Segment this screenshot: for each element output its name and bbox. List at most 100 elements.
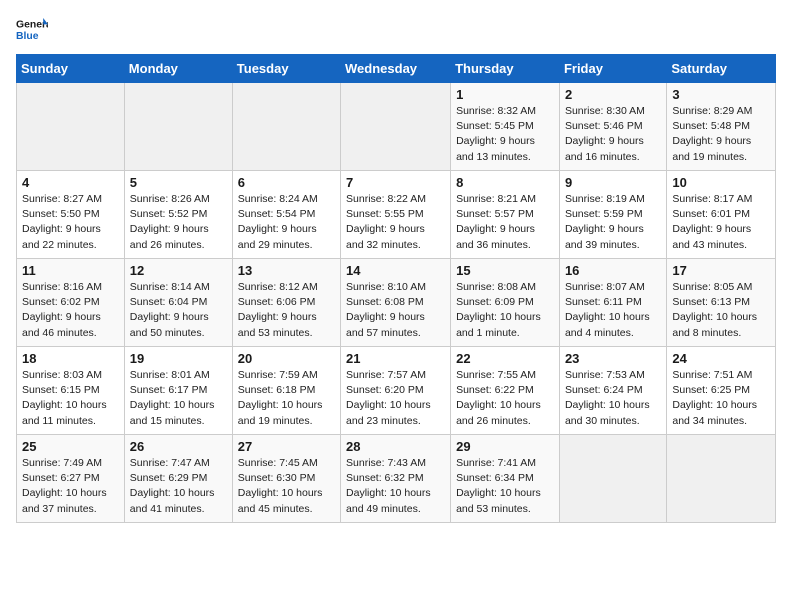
day-info: Sunrise: 8:32 AMSunset: 5:45 PMDaylight:… <box>456 104 554 165</box>
day-number: 21 <box>346 351 445 366</box>
day-number: 26 <box>130 439 227 454</box>
day-cell <box>232 83 340 171</box>
header-row: SundayMondayTuesdayWednesdayThursdayFrid… <box>17 55 776 83</box>
header-cell-wednesday: Wednesday <box>341 55 451 83</box>
day-cell: 29 Sunrise: 7:41 AMSunset: 6:34 PMDayligh… <box>451 435 560 523</box>
day-info: Sunrise: 8:27 AMSunset: 5:50 PMDaylight:… <box>22 192 119 253</box>
day-number: 2 <box>565 87 661 102</box>
day-cell: 7 Sunrise: 8:22 AMSunset: 5:55 PMDaylight… <box>341 171 451 259</box>
day-cell: 20 Sunrise: 7:59 AMSunset: 6:18 PMDayligh… <box>232 347 340 435</box>
day-info: Sunrise: 8:12 AMSunset: 6:06 PMDaylight:… <box>238 280 335 341</box>
day-cell: 4 Sunrise: 8:27 AMSunset: 5:50 PMDaylight… <box>17 171 125 259</box>
day-cell <box>17 83 125 171</box>
day-cell: 25 Sunrise: 7:49 AMSunset: 6:27 PMDayligh… <box>17 435 125 523</box>
day-info: Sunrise: 7:45 AMSunset: 6:30 PMDaylight:… <box>238 456 335 517</box>
week-row-2: 4 Sunrise: 8:27 AMSunset: 5:50 PMDaylight… <box>17 171 776 259</box>
svg-text:Blue: Blue <box>16 31 39 42</box>
day-number: 22 <box>456 351 554 366</box>
day-info: Sunrise: 7:53 AMSunset: 6:24 PMDaylight:… <box>565 368 661 429</box>
day-cell: 6 Sunrise: 8:24 AMSunset: 5:54 PMDaylight… <box>232 171 340 259</box>
page-header: General Blue <box>16 16 776 44</box>
day-cell: 23 Sunrise: 7:53 AMSunset: 6:24 PMDayligh… <box>559 347 666 435</box>
day-cell: 3 Sunrise: 8:29 AMSunset: 5:48 PMDaylight… <box>667 83 776 171</box>
day-info: Sunrise: 8:29 AMSunset: 5:48 PMDaylight:… <box>672 104 770 165</box>
header-cell-sunday: Sunday <box>17 55 125 83</box>
day-info: Sunrise: 7:41 AMSunset: 6:34 PMDaylight:… <box>456 456 554 517</box>
day-number: 28 <box>346 439 445 454</box>
header-cell-friday: Friday <box>559 55 666 83</box>
logo: General Blue <box>16 16 52 44</box>
day-cell: 19 Sunrise: 8:01 AMSunset: 6:17 PMDayligh… <box>124 347 232 435</box>
day-cell: 8Sunrise: 8:21 AMSunset: 5:57 PMDaylight… <box>451 171 560 259</box>
day-cell: 10 Sunrise: 8:17 AMSunset: 6:01 PMDayligh… <box>667 171 776 259</box>
day-info: Sunrise: 8:01 AMSunset: 6:17 PMDaylight:… <box>130 368 227 429</box>
day-number: 13 <box>238 263 335 278</box>
day-info: Sunrise: 8:08 AMSunset: 6:09 PMDaylight:… <box>456 280 554 341</box>
day-number: 1 <box>456 87 554 102</box>
day-number: 11 <box>22 263 119 278</box>
day-cell: 16 Sunrise: 8:07 AMSunset: 6:11 PMDayligh… <box>559 259 666 347</box>
day-number: 15 <box>456 263 554 278</box>
day-number: 29 <box>456 439 554 454</box>
logo-icon: General Blue <box>16 16 48 44</box>
day-info: Sunrise: 8:17 AMSunset: 6:01 PMDaylight:… <box>672 192 770 253</box>
day-info: Sunrise: 8:16 AMSunset: 6:02 PMDaylight:… <box>22 280 119 341</box>
day-info: Sunrise: 8:05 AMSunset: 6:13 PMDaylight:… <box>672 280 770 341</box>
day-number: 3 <box>672 87 770 102</box>
day-number: 12 <box>130 263 227 278</box>
day-info: Sunrise: 7:47 AMSunset: 6:29 PMDaylight:… <box>130 456 227 517</box>
day-number: 6 <box>238 175 335 190</box>
header-cell-tuesday: Tuesday <box>232 55 340 83</box>
day-number: 17 <box>672 263 770 278</box>
day-info: Sunrise: 8:19 AMSunset: 5:59 PMDaylight:… <box>565 192 661 253</box>
day-cell: 21 Sunrise: 7:57 AMSunset: 6:20 PMDayligh… <box>341 347 451 435</box>
day-number: 4 <box>22 175 119 190</box>
day-cell: 11 Sunrise: 8:16 AMSunset: 6:02 PMDayligh… <box>17 259 125 347</box>
day-info: Sunrise: 7:49 AMSunset: 6:27 PMDaylight:… <box>22 456 119 517</box>
day-number: 27 <box>238 439 335 454</box>
day-info: Sunrise: 8:21 AMSunset: 5:57 PMDaylight:… <box>456 192 554 253</box>
day-number: 23 <box>565 351 661 366</box>
day-cell: 14Sunrise: 8:10 AMSunset: 6:08 PMDayligh… <box>341 259 451 347</box>
day-info: Sunrise: 8:30 AMSunset: 5:46 PMDaylight:… <box>565 104 661 165</box>
day-cell: 5Sunrise: 8:26 AMSunset: 5:52 PMDaylight… <box>124 171 232 259</box>
day-cell: 12 Sunrise: 8:14 AMSunset: 6:04 PMDayligh… <box>124 259 232 347</box>
day-info: Sunrise: 8:03 AMSunset: 6:15 PMDaylight:… <box>22 368 119 429</box>
day-info: Sunrise: 7:55 AMSunset: 6:22 PMDaylight:… <box>456 368 554 429</box>
day-cell: 27 Sunrise: 7:45 AMSunset: 6:30 PMDayligh… <box>232 435 340 523</box>
day-number: 10 <box>672 175 770 190</box>
day-cell: 2 Sunrise: 8:30 AMSunset: 5:46 PMDaylight… <box>559 83 666 171</box>
day-number: 14 <box>346 263 445 278</box>
day-number: 24 <box>672 351 770 366</box>
day-info: Sunrise: 8:14 AMSunset: 6:04 PMDaylight:… <box>130 280 227 341</box>
day-cell: 15 Sunrise: 8:08 AMSunset: 6:09 PMDayligh… <box>451 259 560 347</box>
day-info: Sunrise: 7:59 AMSunset: 6:18 PMDaylight:… <box>238 368 335 429</box>
day-cell <box>124 83 232 171</box>
day-info: Sunrise: 8:07 AMSunset: 6:11 PMDaylight:… <box>565 280 661 341</box>
day-info: Sunrise: 7:43 AMSunset: 6:32 PMDaylight:… <box>346 456 445 517</box>
week-row-4: 18Sunrise: 8:03 AMSunset: 6:15 PMDayligh… <box>17 347 776 435</box>
header-cell-monday: Monday <box>124 55 232 83</box>
header-cell-saturday: Saturday <box>667 55 776 83</box>
day-number: 25 <box>22 439 119 454</box>
day-info: Sunrise: 7:51 AMSunset: 6:25 PMDaylight:… <box>672 368 770 429</box>
day-cell: 28 Sunrise: 7:43 AMSunset: 6:32 PMDayligh… <box>341 435 451 523</box>
day-info: Sunrise: 7:57 AMSunset: 6:20 PMDaylight:… <box>346 368 445 429</box>
day-info: Sunrise: 8:26 AMSunset: 5:52 PMDaylight:… <box>130 192 227 253</box>
day-number: 7 <box>346 175 445 190</box>
day-cell: 24 Sunrise: 7:51 AMSunset: 6:25 PMDayligh… <box>667 347 776 435</box>
day-cell <box>667 435 776 523</box>
day-cell: 9 Sunrise: 8:19 AMSunset: 5:59 PMDaylight… <box>559 171 666 259</box>
day-info: Sunrise: 8:22 AMSunset: 5:55 PMDaylight:… <box>346 192 445 253</box>
week-row-1: 1 Sunrise: 8:32 AMSunset: 5:45 PMDaylight… <box>17 83 776 171</box>
day-number: 20 <box>238 351 335 366</box>
day-cell <box>341 83 451 171</box>
week-row-5: 25 Sunrise: 7:49 AMSunset: 6:27 PMDayligh… <box>17 435 776 523</box>
day-number: 16 <box>565 263 661 278</box>
day-cell: 22 Sunrise: 7:55 AMSunset: 6:22 PMDayligh… <box>451 347 560 435</box>
week-row-3: 11 Sunrise: 8:16 AMSunset: 6:02 PMDayligh… <box>17 259 776 347</box>
day-info: Sunrise: 8:24 AMSunset: 5:54 PMDaylight:… <box>238 192 335 253</box>
day-number: 19 <box>130 351 227 366</box>
header-cell-thursday: Thursday <box>451 55 560 83</box>
day-number: 9 <box>565 175 661 190</box>
